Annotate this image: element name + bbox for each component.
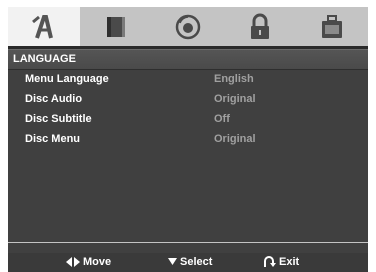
footer-divider [8, 242, 368, 243]
move-hint-label: Move [83, 256, 112, 268]
footer-hints: Move Select Exit [8, 253, 368, 272]
setting-label: Disc Menu [25, 133, 81, 145]
audio-icon [175, 14, 201, 39]
language-icon [32, 14, 53, 39]
setting-row-disc-audio[interactable]: Disc Audio Original [8, 90, 368, 110]
left-right-arrows-icon [66, 257, 80, 267]
others-icon [322, 14, 342, 38]
setup-menu-screen: LANGUAGE Menu Language English Disc Audi… [8, 7, 368, 272]
setting-label: Disc Subtitle [25, 113, 92, 125]
tab-lock[interactable] [224, 7, 296, 46]
exit-hint: Exit [262, 256, 299, 268]
tab-audio[interactable] [152, 7, 224, 46]
return-icon [264, 256, 276, 267]
tab-others[interactable] [296, 7, 368, 46]
select-hint: Select [168, 256, 212, 268]
tab-language[interactable] [8, 7, 80, 46]
setting-value: Original [214, 133, 256, 145]
tab-bar [8, 7, 368, 46]
setting-label: Disc Audio [25, 93, 83, 105]
setting-row-disc-subtitle[interactable]: Disc Subtitle Off [8, 110, 368, 130]
display-icon [107, 16, 125, 37]
lock-icon [251, 13, 269, 39]
tab-display[interactable] [80, 7, 152, 46]
setting-row-disc-menu[interactable]: Disc Menu Original [8, 130, 368, 150]
setting-label: Menu Language [25, 73, 109, 85]
settings-list: Menu Language English Disc Audio Origina… [8, 70, 368, 150]
down-arrow-icon [168, 258, 177, 265]
move-hint: Move [66, 256, 111, 268]
setting-value: Off [214, 113, 230, 125]
exit-hint-label: Exit [279, 256, 300, 268]
setting-value: Original [214, 93, 256, 105]
select-hint-label: Select [180, 256, 213, 268]
setting-row-menu-language[interactable]: Menu Language English [8, 70, 368, 90]
setting-value: English [214, 73, 254, 85]
section-title: LANGUAGE [8, 49, 368, 70]
